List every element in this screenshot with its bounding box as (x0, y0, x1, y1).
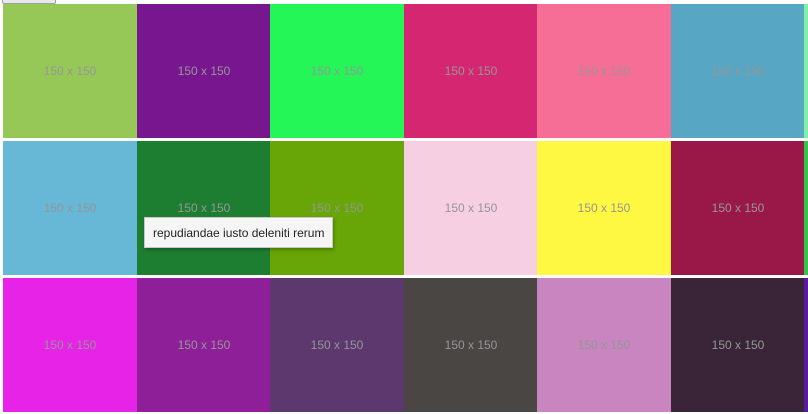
page: 150 x 150 150 x 150 150 x 150 150 x 150 … (0, 0, 808, 414)
image-tile[interactable]: 150 x 150 (270, 4, 404, 138)
image-tile-partial[interactable] (804, 141, 808, 275)
image-tile[interactable]: 150 x 150 (137, 141, 271, 275)
image-tile-partial[interactable] (804, 4, 808, 138)
image-tile[interactable]: 150 x 150 (671, 4, 805, 138)
image-tile[interactable]: 150 x 150 (137, 4, 271, 138)
image-tile[interactable]: 150 x 150 (404, 141, 538, 275)
image-row: 150 x 150 150 x 150 150 x 150 150 x 150 … (3, 4, 808, 138)
image-tile[interactable]: 150 x 150 (3, 141, 137, 275)
image-tile[interactable]: 150 x 150 (3, 278, 137, 412)
image-tile[interactable]: 150 x 150 (537, 4, 671, 138)
image-tile[interactable]: 150 x 150 (404, 4, 538, 138)
image-tile[interactable]: 150 x 150 (404, 278, 538, 412)
image-tile[interactable]: 150 x 150 (537, 141, 671, 275)
image-tile[interactable]: 150 x 150 (537, 278, 671, 412)
image-tile[interactable]: 150 x 150 (671, 141, 805, 275)
image-tile[interactable]: 150 x 150 (270, 141, 404, 275)
image-tile[interactable]: 150 x 150 (671, 278, 805, 412)
tooltip: repudiandae iusto deleniti rerum (144, 217, 334, 248)
image-tile[interactable]: 150 x 150 (3, 4, 137, 138)
image-tile-partial[interactable] (804, 278, 808, 412)
image-grid: 150 x 150 150 x 150 150 x 150 150 x 150 … (3, 4, 808, 414)
image-tile[interactable]: 150 x 150 (270, 278, 404, 412)
image-row: 150 x 150 150 x 150 150 x 150 150 x 150 … (3, 278, 808, 412)
image-row: 150 x 150 150 x 150 150 x 150 150 x 150 … (3, 141, 808, 275)
image-tile[interactable]: 150 x 150 (137, 278, 271, 412)
